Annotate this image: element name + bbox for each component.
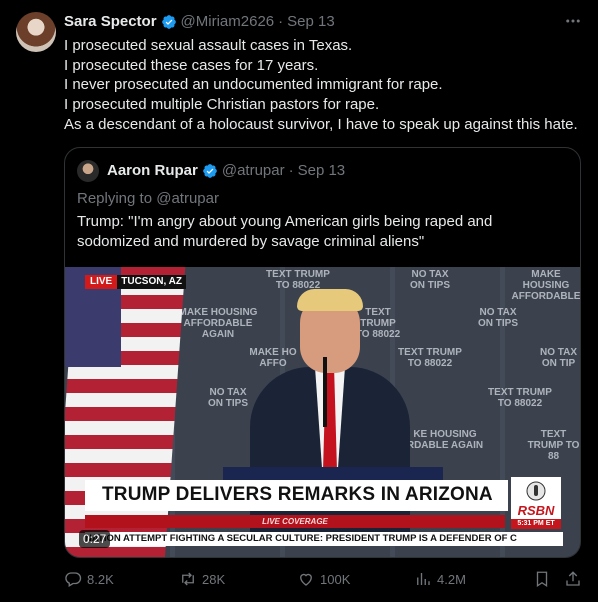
share-icon bbox=[566, 571, 580, 586]
views-chart-icon bbox=[417, 573, 430, 585]
tweet-header: Sara Spector @Miriam2626 · Sep 13 bbox=[64, 13, 335, 30]
quoted-date[interactable]: Sep 13 bbox=[298, 162, 346, 179]
broadcast-time: 5:31 PM ET bbox=[511, 519, 561, 529]
quoted-tweet[interactable]: Aaron Rupar @atrupar · Sep 13 Replying t… bbox=[64, 147, 581, 558]
tweet-line: I prosecuted these cases for 17 years. bbox=[64, 56, 319, 74]
backdrop-sign: TEXT TRUMP TO 88 bbox=[527, 429, 580, 462]
repost-count: 28K bbox=[202, 571, 226, 587]
repost-button[interactable]: 28K bbox=[179, 570, 225, 588]
backdrop-sign: NO TAX ON TIPS bbox=[409, 269, 450, 291]
tweet-date[interactable]: Sep 13 bbox=[287, 13, 335, 30]
bookmark-icon bbox=[536, 571, 548, 588]
tweet-line: I prosecuted multiple Christian pastors … bbox=[64, 96, 380, 114]
microphone bbox=[323, 357, 327, 427]
verified-badge-icon bbox=[161, 14, 176, 29]
avatar[interactable] bbox=[16, 12, 56, 52]
rsbn-logo-text: RSBN bbox=[518, 503, 555, 518]
backdrop-sign: KE HOUSING RDABLE AGAIN bbox=[406, 429, 484, 451]
news-ticker: NATION ATTEMPT FIGHTING A SECULAR CULTUR… bbox=[85, 532, 563, 546]
speaker-hair bbox=[297, 289, 363, 311]
podium bbox=[223, 467, 443, 481]
replying-to[interactable]: Replying to @atrupar bbox=[77, 190, 219, 207]
views-count: 4.2M bbox=[437, 571, 466, 587]
backdrop-sign: NO TAX ON TIPS bbox=[477, 307, 518, 329]
verified-badge-icon bbox=[203, 163, 217, 178]
live-label: LIVE bbox=[85, 275, 118, 289]
heart-icon bbox=[300, 573, 312, 586]
share-button[interactable] bbox=[564, 570, 582, 588]
quoted-header: Aaron Rupar @atrupar · Sep 13 bbox=[107, 162, 345, 179]
live-location: TUCSON, AZ bbox=[117, 275, 186, 289]
quoted-author-name[interactable]: Aaron Rupar bbox=[107, 162, 198, 179]
backdrop-sign: NO TAX ON TIP bbox=[539, 347, 578, 369]
lower-third-banner: TRUMP DELIVERS REMARKS IN ARIZONA bbox=[85, 480, 508, 511]
author-handle[interactable]: @Miriam2626 bbox=[181, 13, 275, 30]
backdrop-sign: MAKE HOUSING AFFORDABLE bbox=[511, 269, 581, 302]
tweet-text: I prosecuted sexual assault cases in Tex… bbox=[64, 36, 584, 135]
like-count: 100K bbox=[320, 571, 351, 587]
separator-dot: · bbox=[278, 13, 284, 30]
quoted-avatar[interactable] bbox=[77, 160, 99, 182]
live-coverage-bar: LIVE COVERAGE bbox=[85, 515, 505, 528]
video-player[interactable]: TEXT TRUMP TO 88022 NO TAX ON TIPS MAKE … bbox=[65, 267, 581, 557]
tweet-line: As a descendant of a holocaust survivor,… bbox=[64, 115, 578, 133]
reply-button[interactable]: 8.2K bbox=[64, 570, 114, 588]
reply-count: 8.2K bbox=[87, 571, 114, 587]
quoted-text: Trump: "I'm angry about young American g… bbox=[77, 213, 493, 250]
backdrop-sign: MAKE HO AFFO bbox=[249, 347, 297, 369]
backdrop-sign: NO TAX ON TIPS bbox=[207, 387, 248, 409]
views-button[interactable]: 4.2M bbox=[414, 570, 466, 588]
tweet-line: I never prosecuted an undocumented immig… bbox=[64, 76, 443, 94]
backdrop-sign: MAKE HOUSING AFFORDABLE AGAIN bbox=[178, 307, 258, 340]
quoted-handle[interactable]: @atrupar bbox=[222, 162, 285, 179]
action-bar: 8.2K 28K 100K 4.2M bbox=[64, 570, 588, 590]
video-duration: 0:27 bbox=[79, 530, 111, 548]
backdrop-sign: TEXT TRUMP TO 88022 bbox=[398, 347, 462, 369]
tweet-line: I prosecuted sexual assault cases in Tex… bbox=[64, 37, 353, 54]
backdrop-sign: TEXT TRUMP TO 88022 bbox=[488, 387, 552, 409]
backdrop-sign: TEXT TRUMP TO 88022 bbox=[266, 269, 330, 291]
separator-dot: · bbox=[288, 162, 294, 179]
reply-icon bbox=[65, 572, 82, 587]
author-name[interactable]: Sara Spector bbox=[64, 13, 157, 30]
like-button[interactable]: 100K bbox=[297, 570, 350, 588]
banner-headline: TRUMP DELIVERS REMARKS IN ARIZONA bbox=[102, 484, 493, 505]
more-options-icon[interactable] bbox=[563, 12, 583, 32]
backdrop-sign: TEXT TRUMP TO 88022 bbox=[355, 307, 401, 340]
bookmark-button[interactable] bbox=[533, 570, 551, 588]
live-indicator: LIVE TUCSON, AZ bbox=[85, 275, 186, 289]
repost-icon bbox=[182, 572, 194, 586]
